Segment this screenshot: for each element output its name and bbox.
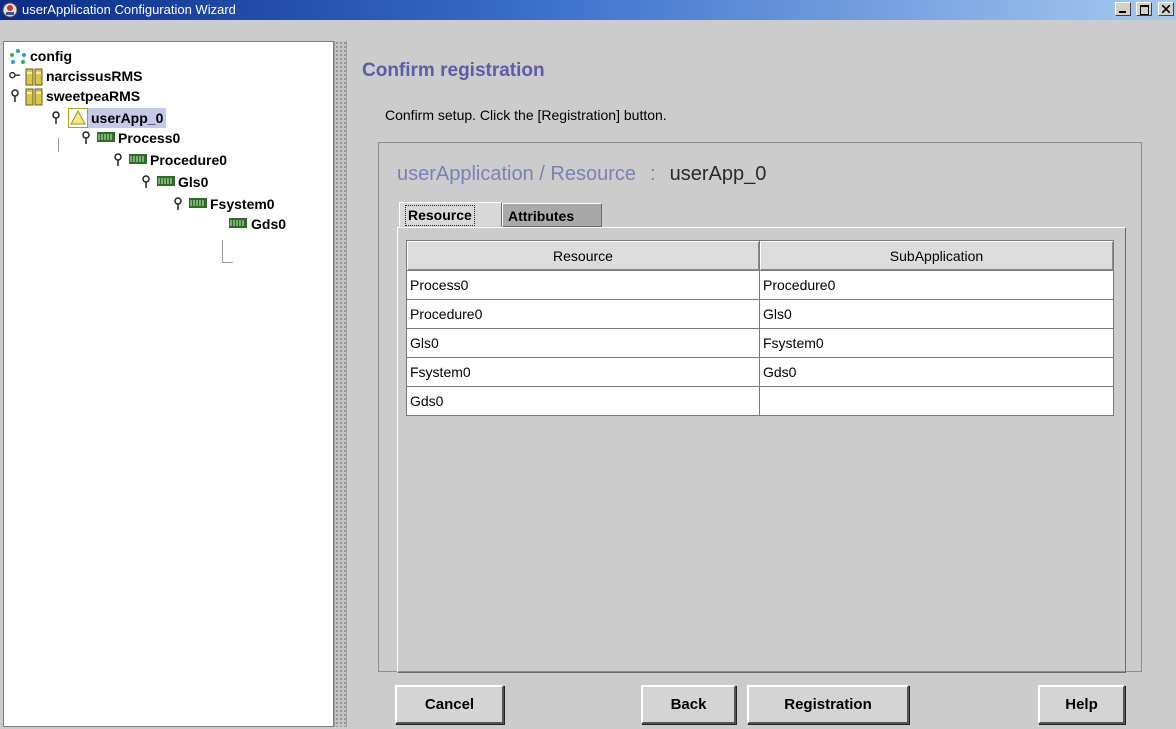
table-row[interactable]: Procedure0 Gls0 — [406, 299, 1114, 329]
page-title: Confirm registration — [362, 60, 545, 81]
window-title: userApplication Configuration Wizard — [22, 2, 236, 17]
close-button[interactable] — [1158, 2, 1174, 16]
expanded-handle-icon[interactable] — [80, 131, 92, 145]
column-header-subapplication[interactable]: SubApplication — [759, 240, 1114, 271]
maximize-button[interactable] — [1136, 2, 1153, 16]
window-controls — [1113, 2, 1174, 18]
back-button[interactable]: Back — [641, 685, 736, 724]
cancel-button[interactable]: Cancel — [395, 685, 504, 724]
window-title-bar[interactable]: userApplication Configuration Wizard — [0, 0, 1176, 20]
tab-label: Attributes — [508, 208, 575, 224]
cluster-config-icon — [10, 49, 26, 64]
tree-item-label: narcissusRMS — [46, 68, 143, 84]
table-cell[interactable]: Procedure0 — [759, 270, 1114, 300]
collapsed-handle-icon[interactable] — [9, 69, 21, 83]
registration-button[interactable]: Registration — [747, 685, 909, 724]
rms-node-icon — [25, 88, 43, 106]
app-logo-icon — [2, 2, 18, 18]
table-cell[interactable]: Fsystem0 — [759, 328, 1114, 358]
table-cell[interactable]: Gds0 — [406, 386, 760, 416]
resource-table: Resource SubApplication Process0 Procedu… — [406, 240, 1114, 416]
expanded-handle-icon[interactable] — [9, 89, 21, 103]
tree-item-label: Gds0 — [251, 216, 287, 232]
caption-separator: : — [650, 163, 656, 185]
table-cell[interactable]: Gls0 — [759, 299, 1114, 329]
resource-chip-icon — [97, 132, 115, 142]
tree-item-label: Process0 — [118, 130, 181, 146]
tab-attributes[interactable]: Attributes — [502, 203, 602, 227]
tab-resource[interactable]: Resource — [399, 202, 502, 227]
tree-item-label: config — [30, 48, 72, 64]
table-row[interactable]: Process0 Procedure0 — [406, 270, 1114, 300]
column-header-resource[interactable]: Resource — [406, 240, 760, 271]
panel-splitter[interactable] — [334, 41, 347, 727]
resource-caption: userApplication / Resource: userApp_0 — [397, 163, 766, 186]
close-icon — [1162, 5, 1170, 13]
table-cell[interactable]: Process0 — [406, 270, 760, 300]
table-cell[interactable]: Gds0 — [759, 357, 1114, 387]
table-cell[interactable]: Fsystem0 — [406, 357, 760, 387]
configuration-tree[interactable]: config narcissusRMS sweetpeaRMS userApp_… — [3, 41, 334, 727]
table-cell[interactable] — [759, 386, 1114, 416]
table-row[interactable]: Gds0 — [406, 386, 1114, 416]
expanded-handle-icon[interactable] — [172, 197, 184, 211]
help-button[interactable]: Help — [1038, 685, 1125, 724]
resource-chip-icon — [189, 198, 207, 208]
expanded-handle-icon[interactable] — [50, 111, 62, 125]
tab-label: Resource — [405, 205, 475, 226]
rms-node-icon — [25, 68, 43, 86]
tree-item-label: sweetpeaRMS — [46, 88, 141, 104]
table-cell[interactable]: Gls0 — [406, 328, 760, 358]
table-row[interactable]: Gls0 Fsystem0 — [406, 328, 1114, 358]
resource-chip-icon — [229, 218, 247, 228]
resource-chip-icon — [157, 176, 175, 186]
instruction-text: Confirm setup. Click the [Registration] … — [385, 107, 667, 123]
minimize-button[interactable] — [1114, 2, 1131, 16]
maximize-icon — [1140, 5, 1150, 15]
tree-item-label: userApp_0 — [88, 108, 167, 128]
tree-item-label: Fsystem0 — [210, 196, 275, 212]
table-row[interactable]: Fsystem0 Gds0 — [406, 357, 1114, 387]
caption-value: userApp_0 — [669, 163, 767, 185]
expanded-handle-icon[interactable] — [140, 175, 152, 189]
caption-label: userApplication / Resource — [397, 163, 637, 185]
expanded-handle-icon[interactable] — [112, 153, 124, 167]
tree-item-label: Procedure0 — [150, 152, 228, 168]
table-cell[interactable]: Procedure0 — [406, 299, 760, 329]
resource-chip-icon — [129, 154, 147, 164]
warning-triangle-icon — [68, 108, 88, 128]
minimize-icon — [1118, 11, 1126, 13]
table-header-row: Resource SubApplication — [406, 240, 1114, 271]
tree-item-label: Gls0 — [178, 174, 209, 190]
